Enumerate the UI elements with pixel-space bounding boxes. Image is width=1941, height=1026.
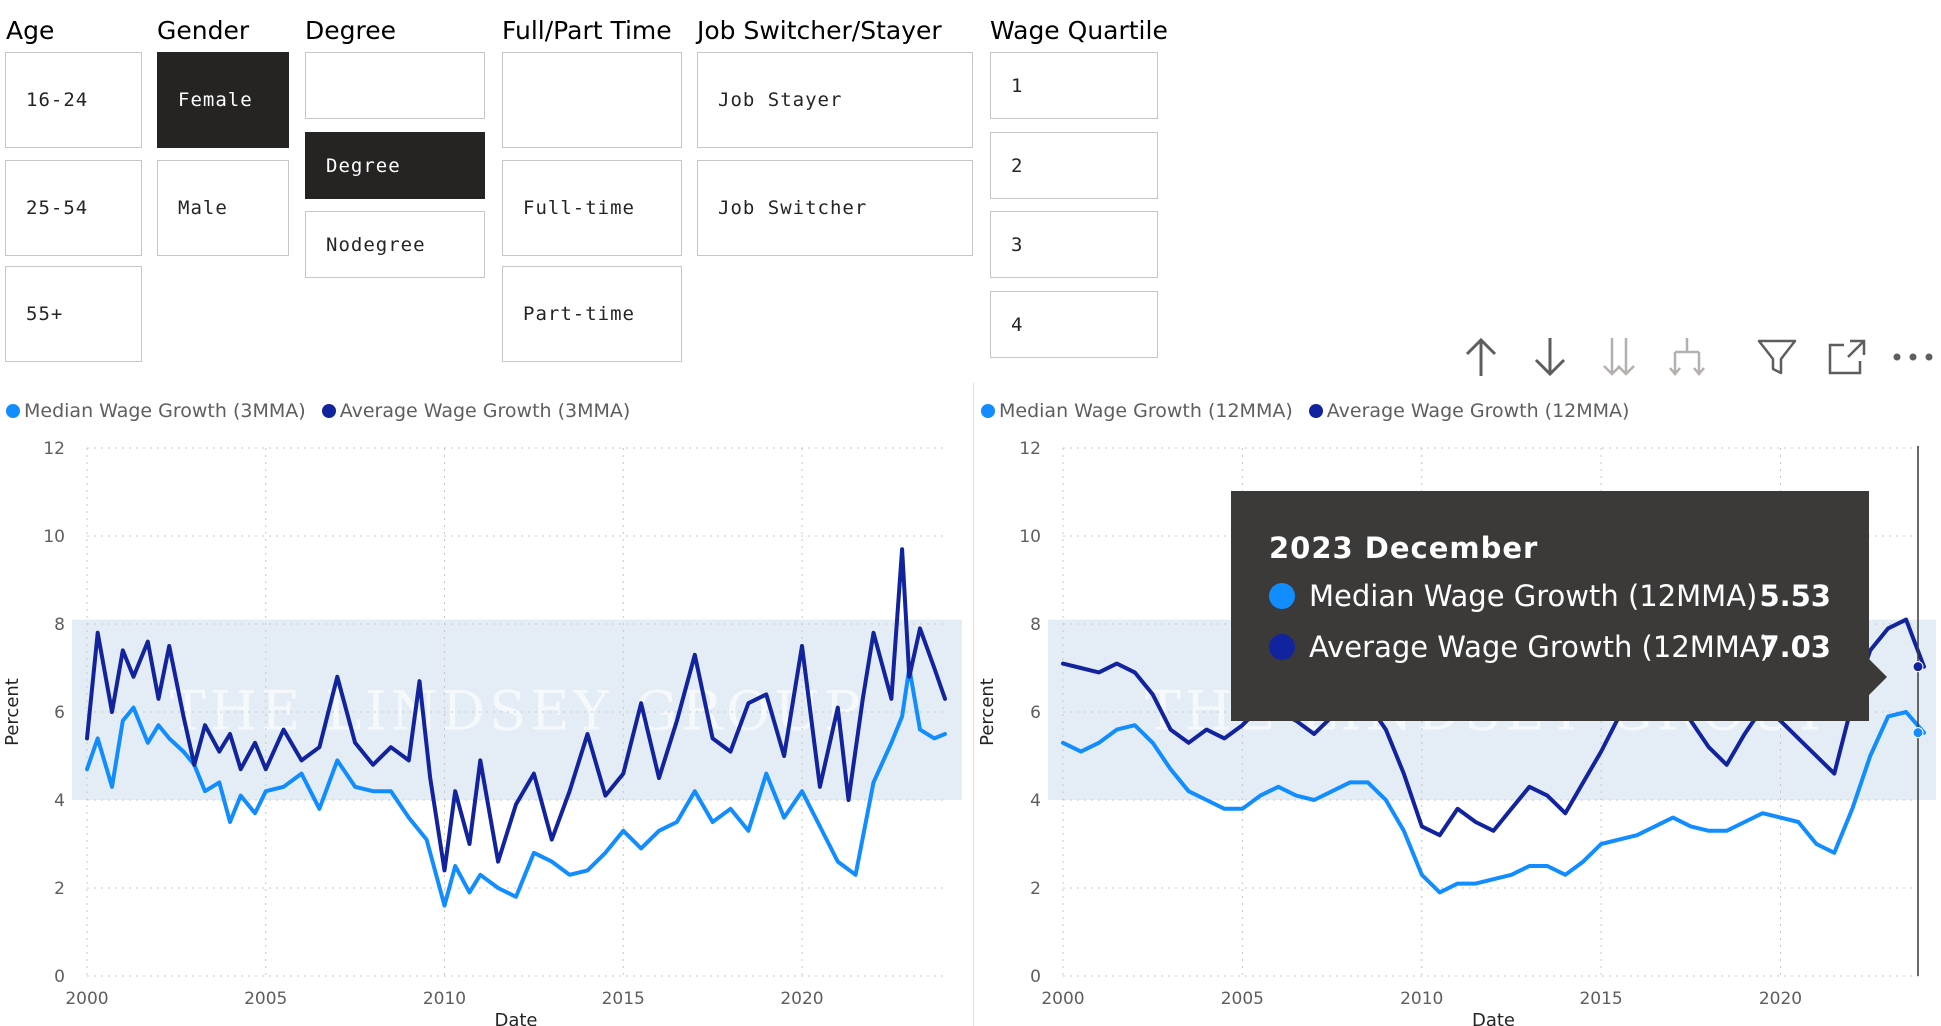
tooltip-label-median: Median Wage Growth (12MMA) xyxy=(1309,579,1758,613)
tooltip-dot-median xyxy=(1269,583,1295,609)
x-tick-label: 2015 xyxy=(1579,989,1622,1009)
tooltip-label-average: Average Wage Growth (12MMA) xyxy=(1309,630,1771,664)
x-tick-label: 2020 xyxy=(1759,989,1802,1009)
y-tick-label: 8 xyxy=(1030,615,1041,635)
x-tick-label: 2005 xyxy=(1221,989,1264,1009)
y-tick-label: 10 xyxy=(1019,527,1041,547)
tooltip-row-average: Average Wage Growth (12MMA) 7.03 xyxy=(1269,630,1831,664)
tooltip-title: 2023 December xyxy=(1269,531,1539,565)
tooltip-pointer xyxy=(1869,659,1887,695)
tooltip-dot-average xyxy=(1269,634,1295,660)
y-tick-label: 0 xyxy=(1030,967,1041,987)
chart-tooltip: 2023 December Median Wage Growth (12MMA)… xyxy=(1231,491,1887,721)
tooltip-value-median: 5.53 xyxy=(1759,579,1831,613)
hover-point xyxy=(1912,727,1924,739)
y-tick-label: 12 xyxy=(1019,439,1041,459)
y-axis-title: Percent xyxy=(977,678,998,746)
x-tick-label: 2000 xyxy=(1041,989,1084,1009)
x-tick-label: 2010 xyxy=(1400,989,1443,1009)
tooltip-value-average: 7.03 xyxy=(1759,630,1831,664)
hover-point xyxy=(1912,661,1924,673)
y-tick-label: 6 xyxy=(1030,703,1041,723)
y-tick-label: 4 xyxy=(1030,791,1041,811)
y-tick-label: 2 xyxy=(1030,879,1041,899)
x-axis-title: Date xyxy=(1472,1010,1515,1026)
tooltip-row-median: Median Wage Growth (12MMA) 5.53 xyxy=(1269,579,1831,613)
